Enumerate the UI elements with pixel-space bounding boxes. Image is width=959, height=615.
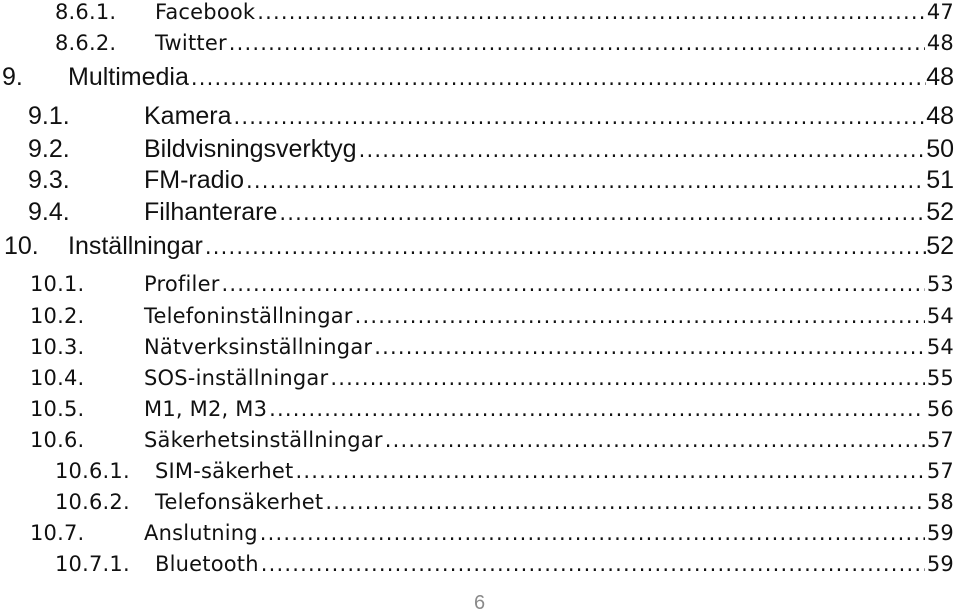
dot-leader xyxy=(325,490,925,514)
toc-entry-filhanterare[interactable]: 9.4. Filhanterare 52 xyxy=(0,198,954,228)
toc-entry-page: 55 xyxy=(926,366,954,390)
toc-entry-title: Telefonsäkerhet xyxy=(155,490,324,514)
toc-entry-bluetooth[interactable]: 10.7.1. Bluetooth 59 xyxy=(0,552,954,582)
toc-entry-title: Telefoninställningar xyxy=(144,304,353,328)
toc-entry-title: Filhanterare xyxy=(144,198,278,226)
dot-leader xyxy=(374,335,925,359)
toc-entry-title: Kamera xyxy=(144,102,232,130)
toc-entry-page: 59 xyxy=(926,552,954,576)
toc-entry-page: 52 xyxy=(926,232,954,260)
dot-leader xyxy=(257,0,925,24)
toc-entry-telefoninstallningar[interactable]: 10.2. Telefoninställningar 54 xyxy=(0,304,954,334)
dot-leader xyxy=(205,235,926,259)
toc-entry-title: FM-radio xyxy=(144,166,245,194)
toc-entry-number: 8.6.1. xyxy=(55,0,117,24)
dot-leader xyxy=(269,397,925,421)
toc-entry-twitter[interactable]: 8.6.2. Twitter 48 xyxy=(0,31,954,61)
toc-entry-sim-sakerhet[interactable]: 10.6.1. SIM-säkerhet 57 xyxy=(0,459,954,489)
dot-leader xyxy=(229,31,925,55)
toc-entry-installningar[interactable]: 10. Inställningar 52 xyxy=(0,232,954,262)
dot-leader xyxy=(261,552,925,576)
page-number: 6 xyxy=(473,592,486,614)
toc-entry-page: 48 xyxy=(926,63,954,91)
toc-entry-m1-m2-m3[interactable]: 10.5. M1, M2, M3 56 xyxy=(0,397,954,427)
toc-entry-number: 9.2. xyxy=(28,135,70,163)
toc-entry-page: 47 xyxy=(926,0,954,24)
toc-entry-title: Säkerhetsinställningar xyxy=(144,428,383,452)
toc-entry-anslutning[interactable]: 10.7. Anslutning 59 xyxy=(0,521,954,551)
dot-leader xyxy=(234,105,925,129)
toc-entry-number: 10.6.2. xyxy=(55,490,130,514)
toc-entry-page: 48 xyxy=(926,102,954,130)
toc-entry-number: 9.3. xyxy=(28,166,70,194)
toc-entry-title: Bildvisningsverktyg xyxy=(144,135,357,163)
toc-entry-page: 52 xyxy=(926,198,954,226)
toc-entry-number: 10.5. xyxy=(30,397,85,421)
dot-leader xyxy=(385,428,925,452)
toc-entry-multimedia[interactable]: 9. Multimedia 48 xyxy=(0,63,954,93)
toc-entry-bildvisningsverktyg[interactable]: 9.2. Bildvisningsverktyg 50 xyxy=(0,135,954,165)
toc-entry-title: M1, M2, M3 xyxy=(144,397,268,421)
toc-entry-page: 56 xyxy=(926,397,954,421)
toc-entry-natverksinstallningar[interactable]: 10.3. Nätverksinställningar 54 xyxy=(0,335,954,365)
dot-leader xyxy=(296,459,925,483)
toc-entry-title: SOS-inställningar xyxy=(144,366,329,390)
dot-leader xyxy=(355,304,925,328)
toc-entry-number: 10.1. xyxy=(30,272,85,296)
toc-entry-title: Multimedia xyxy=(68,63,189,91)
toc-entry-page: 51 xyxy=(926,166,954,194)
toc-entry-page: 50 xyxy=(926,135,954,163)
dot-leader xyxy=(330,366,925,390)
toc-entry-number: 10.2. xyxy=(30,304,85,328)
toc-entry-sakerhetsinstallningar[interactable]: 10.6. Säkerhetsinställningar 57 xyxy=(0,428,954,458)
dot-leader xyxy=(260,521,925,545)
dot-leader xyxy=(222,272,925,296)
toc-entry-page: 57 xyxy=(926,459,954,483)
toc-entry-page: 59 xyxy=(926,521,954,545)
toc-entry-title: Twitter xyxy=(155,31,227,55)
toc-entry-number: 10.6.1. xyxy=(55,459,130,483)
toc-entry-title: Profiler xyxy=(144,272,220,296)
dot-leader xyxy=(191,66,926,90)
toc-entry-number: 9. xyxy=(2,63,23,91)
toc-entry-page: 48 xyxy=(926,31,954,55)
toc-entry-number: 9.4. xyxy=(28,198,70,226)
toc-entry-fm-radio[interactable]: 9.3. FM-radio 51 xyxy=(0,166,954,196)
toc-entry-title: Nätverksinställningar xyxy=(144,335,373,359)
toc-entry-page: 53 xyxy=(926,272,954,296)
dot-leader xyxy=(279,201,924,225)
dot-leader xyxy=(246,169,924,193)
toc-entry-page: 58 xyxy=(926,490,954,514)
toc-entry-title: Anslutning xyxy=(144,521,258,545)
toc-entry-page: 57 xyxy=(926,428,954,452)
toc-entry-page: 54 xyxy=(926,335,954,359)
toc-entry-number: 10.6. xyxy=(30,428,85,452)
toc-entry-page: 54 xyxy=(926,304,954,328)
toc-entry-title: SIM-säkerhet xyxy=(155,459,294,483)
toc-entry-kamera[interactable]: 9.1. Kamera 48 xyxy=(0,102,954,132)
toc-entry-number: 10.4. xyxy=(30,366,85,390)
toc-entry-number: 8.6.2. xyxy=(55,31,117,55)
toc-entry-profiler[interactable]: 10.1. Profiler 53 xyxy=(0,272,954,302)
toc-entry-number: 10.7. xyxy=(30,521,85,545)
toc-entry-title: Facebook xyxy=(155,0,256,24)
dot-leader xyxy=(359,138,925,162)
toc-entry-sos-installningar[interactable]: 10.4. SOS-inställningar 55 xyxy=(0,366,954,396)
toc-entry-title: Bluetooth xyxy=(155,552,259,576)
toc-entry-facebook[interactable]: 8.6.1. Facebook 47 xyxy=(0,0,954,30)
toc-entry-telefonsakerhet[interactable]: 10.6.2. Telefonsäkerhet 58 xyxy=(0,490,954,520)
toc-entry-number: 10. xyxy=(4,232,39,260)
toc-entry-number: 10.3. xyxy=(30,335,85,359)
toc-entry-number: 9.1. xyxy=(28,102,70,130)
toc-entry-number: 10.7.1. xyxy=(55,552,130,576)
toc-entry-title: Inställningar xyxy=(68,232,203,260)
